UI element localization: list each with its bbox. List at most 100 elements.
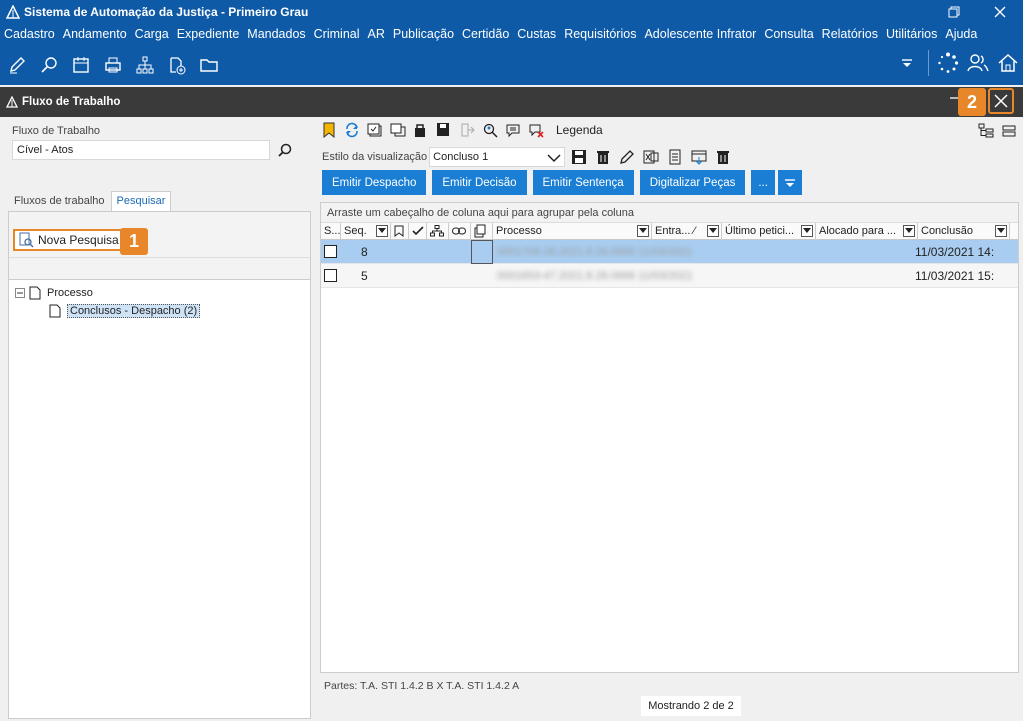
nova-pesquisa-button[interactable]: Nova Pesquisa bbox=[13, 229, 124, 251]
nova-pesquisa-label: Nova Pesquisa bbox=[38, 233, 119, 247]
menu-andamento[interactable]: Andamento bbox=[63, 27, 127, 41]
estilo-select[interactable]: Concluso 1 bbox=[429, 147, 566, 167]
legend-label[interactable]: Legenda bbox=[556, 123, 603, 137]
focus-cell[interactable] bbox=[471, 240, 493, 264]
col-ultimo-peticionamento[interactable]: Último petici... bbox=[722, 223, 816, 239]
edit-icon[interactable] bbox=[6, 54, 28, 76]
folder-icon[interactable] bbox=[198, 54, 220, 76]
printer-icon[interactable] bbox=[102, 54, 124, 76]
loading-icon[interactable] bbox=[937, 52, 959, 74]
menu-expediente[interactable]: Expediente bbox=[177, 27, 240, 41]
digitalizar-pecas-button[interactable]: Digitalizar Peças bbox=[639, 170, 746, 195]
menu-custas[interactable]: Custas bbox=[517, 27, 556, 41]
menu-ar[interactable]: AR bbox=[368, 27, 385, 41]
refresh-icon[interactable] bbox=[343, 121, 361, 139]
row-checkbox[interactable] bbox=[324, 245, 337, 258]
hierarchy-icon[interactable] bbox=[134, 54, 156, 76]
menu-cadastro[interactable]: Cadastro bbox=[4, 27, 55, 41]
search-users-icon[interactable] bbox=[481, 121, 499, 139]
menu-certidao[interactable]: Certidão bbox=[462, 27, 509, 41]
search-process-icon[interactable] bbox=[38, 54, 60, 76]
col-bookmark[interactable] bbox=[391, 223, 409, 239]
dropdown-arrow-icon[interactable] bbox=[896, 52, 918, 74]
emitir-despacho-button[interactable]: Emitir Despacho bbox=[322, 170, 427, 195]
right-panel: Legenda Estilo da visualização Concluso … bbox=[316, 117, 1023, 721]
collapse-icon[interactable] bbox=[15, 288, 25, 298]
tree-node-processo[interactable]: Processo bbox=[15, 284, 200, 302]
col-conclusao[interactable]: Conclusão bbox=[918, 223, 1010, 239]
col-alocado-para[interactable]: Alocado para ... bbox=[816, 223, 918, 239]
tree-node-conclusos[interactable]: Conclusos - Despacho (2) bbox=[15, 302, 201, 320]
menu-carga[interactable]: Carga bbox=[135, 27, 169, 41]
delete-icon[interactable] bbox=[595, 149, 611, 165]
col-link[interactable] bbox=[449, 223, 471, 239]
restore-button[interactable] bbox=[931, 0, 977, 24]
users-icon[interactable] bbox=[967, 52, 989, 74]
table-row[interactable]: 5 0001653-47.2021.8.26.0666 11/03/2021 1… bbox=[321, 264, 1018, 288]
col-label: Entra... ⁄ bbox=[655, 225, 696, 237]
menu-mandados[interactable]: Mandados bbox=[247, 27, 305, 41]
col-check[interactable] bbox=[409, 223, 427, 239]
menu-utilitarios[interactable]: Utilitários bbox=[886, 27, 937, 41]
excel-export-icon[interactable] bbox=[643, 149, 659, 165]
copy-window-icon[interactable] bbox=[389, 121, 407, 139]
lock-icon[interactable] bbox=[412, 121, 430, 139]
calendar-icon[interactable] bbox=[70, 54, 92, 76]
app-logo-icon bbox=[6, 96, 18, 108]
app-header: Sistema de Automação da Justiça - Primei… bbox=[0, 0, 1023, 85]
window-export-icon[interactable] bbox=[691, 149, 707, 165]
save-icon[interactable] bbox=[571, 149, 587, 165]
more-actions-button[interactable]: ... bbox=[751, 170, 775, 195]
list-view-icon[interactable] bbox=[1002, 123, 1016, 142]
tab-fluxos-de-trabalho[interactable]: Fluxos de trabalho bbox=[8, 191, 111, 211]
left-panel: Fluxo de Trabalho Cível - Atos Fluxos de… bbox=[0, 117, 316, 721]
filter-dropdown-icon[interactable] bbox=[707, 225, 719, 237]
partes-text: Partes: T.A. STI 1.4.2 B X T.A. STI 1.4.… bbox=[324, 680, 520, 692]
menu-ajuda[interactable]: Ajuda bbox=[945, 27, 977, 41]
hierarchy-icon bbox=[430, 225, 444, 237]
fluxo-field[interactable]: Cível - Atos bbox=[12, 140, 270, 160]
save-lock-icon[interactable] bbox=[435, 121, 453, 139]
filter-dropdown-icon[interactable] bbox=[903, 225, 915, 237]
actions-dropdown-button[interactable] bbox=[777, 170, 802, 195]
col-entrada[interactable]: Entra... ⁄ bbox=[652, 223, 722, 239]
filter-dropdown-icon[interactable] bbox=[376, 225, 388, 237]
trash-icon[interactable] bbox=[715, 149, 731, 165]
child-close-button[interactable] bbox=[988, 88, 1014, 114]
attachment-icon bbox=[474, 224, 486, 238]
filter-dropdown-icon[interactable] bbox=[995, 225, 1007, 237]
blank-cell bbox=[391, 240, 471, 263]
menu-relatorios[interactable]: Relatórios bbox=[822, 27, 878, 41]
emitir-decisao-button[interactable]: Emitir Decisão bbox=[432, 170, 527, 195]
check-window-icon[interactable] bbox=[366, 121, 384, 139]
tree-view-icon[interactable] bbox=[978, 123, 994, 142]
bookmark-icon[interactable] bbox=[320, 121, 338, 139]
menu-publicacao[interactable]: Publicação bbox=[393, 27, 454, 41]
menu-consulta[interactable]: Consulta bbox=[764, 27, 813, 41]
add-document-icon[interactable] bbox=[166, 54, 188, 76]
col-label: Conclusão bbox=[921, 225, 973, 237]
pencil-icon[interactable] bbox=[619, 149, 635, 165]
emitir-sentenca-button[interactable]: Emitir Sentença bbox=[532, 170, 634, 195]
visualization-row: Estilo da visualização Concluso 1 bbox=[322, 147, 731, 167]
col-s[interactable]: S... bbox=[321, 223, 341, 239]
filter-dropdown-icon[interactable] bbox=[801, 225, 813, 237]
filter-dropdown-icon[interactable] bbox=[637, 225, 649, 237]
comment-delete-icon[interactable] bbox=[527, 121, 545, 139]
col-seq[interactable]: Seq. bbox=[341, 223, 391, 239]
menu-requisitorios[interactable]: Requisitórios bbox=[564, 27, 636, 41]
col-attach[interactable] bbox=[471, 223, 493, 239]
col-label: Alocado para ... bbox=[819, 225, 897, 237]
search-button[interactable] bbox=[278, 143, 292, 160]
comment-icon[interactable] bbox=[504, 121, 522, 139]
col-processo[interactable]: Processo bbox=[493, 223, 652, 239]
col-hierarchy[interactable] bbox=[427, 223, 449, 239]
table-row[interactable]: 8 0001706-28.2021.8.26.0666 11/03/2021 1… bbox=[321, 240, 1018, 264]
menu-criminal[interactable]: Criminal bbox=[314, 27, 360, 41]
home-icon[interactable] bbox=[997, 52, 1019, 74]
menu-adolescente-infrator[interactable]: Adolescente Infrator bbox=[644, 27, 756, 41]
document-list-icon[interactable] bbox=[667, 149, 683, 165]
close-button[interactable] bbox=[977, 0, 1023, 24]
tab-pesquisar[interactable]: Pesquisar bbox=[110, 191, 172, 211]
row-checkbox[interactable] bbox=[324, 269, 337, 282]
